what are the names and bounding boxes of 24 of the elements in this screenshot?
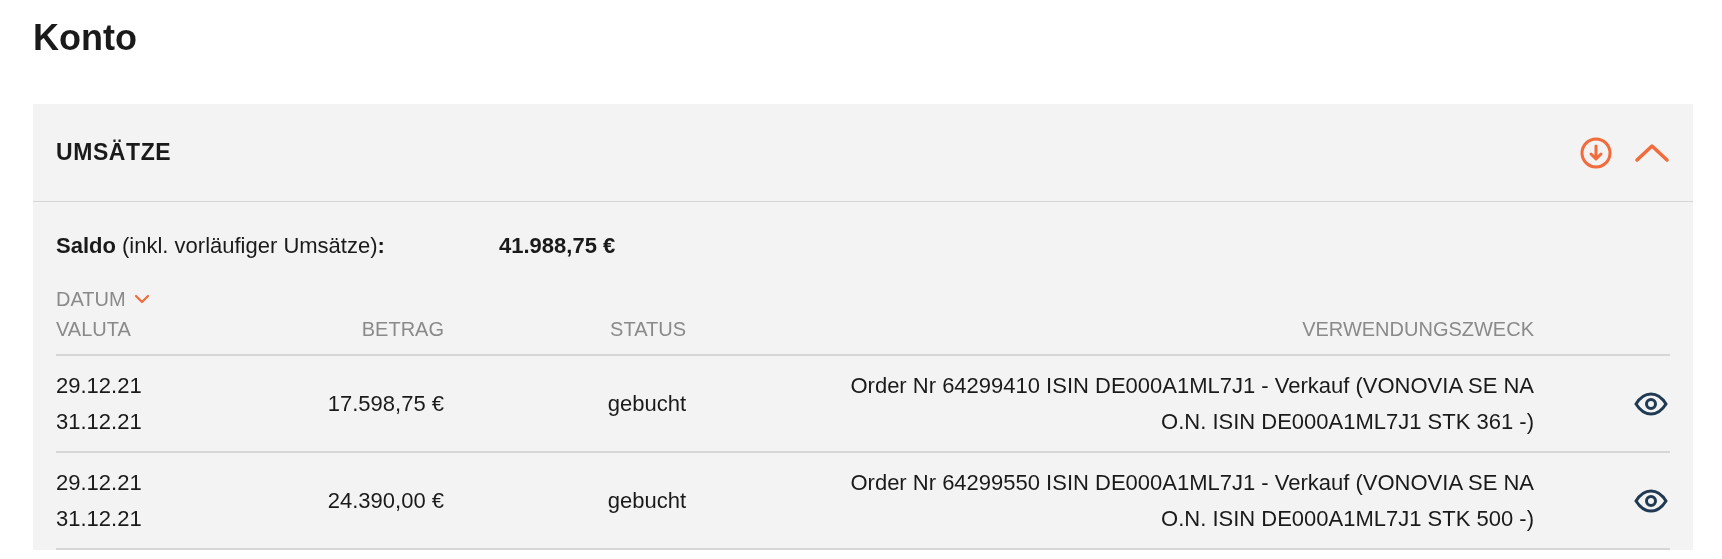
column-header[interactable]: STATUS	[610, 314, 686, 344]
amount-text: 17.598,75 €	[327, 390, 444, 418]
view-icon[interactable]	[1634, 488, 1668, 513]
column-header[interactable]: DATUM	[56, 284, 126, 314]
status-text: gebucht	[607, 390, 686, 418]
date-text: 29.12.21	[56, 468, 142, 497]
date-text: 31.12.21	[56, 504, 142, 533]
amount-text: 24.390,00 €	[327, 487, 444, 515]
sort-caret-icon[interactable]	[133, 294, 150, 304]
balance-amount: 41.988,75 €	[499, 231, 616, 260]
column-header[interactable]: BETRAG	[361, 314, 444, 344]
purpose-text: Order Nr 64299550 ISIN DE000A1ML7J1 - Verkauf (VONOVIA SE NA O.N. ISIN DE000A1ML7J1 STK 500 -)	[850, 468, 1534, 533]
section-title: UMSÄTZE	[56, 138, 172, 168]
date-text: 29.12.21	[56, 371, 142, 400]
purpose-text: Order Nr 64299410 ISIN DE000A1ML7J1 - Verkauf (VONOVIA SE NA O.N. ISIN DE000A1ML7J1 STK 361 -)	[850, 371, 1534, 436]
collapse-icon[interactable]	[1634, 142, 1670, 163]
column-header[interactable]: VERWENDUNGSZWECK	[1302, 314, 1534, 344]
download-icon[interactable]	[1580, 136, 1612, 169]
balance-label: Saldo (inkl. vorläufiger Umsätze):	[56, 231, 386, 260]
view-icon[interactable]	[1634, 391, 1668, 416]
date-text: 31.12.21	[56, 407, 142, 436]
column-header[interactable]: VALUTA	[56, 314, 131, 344]
status-text: gebucht	[607, 487, 686, 515]
page-title: Konto	[33, 16, 137, 60]
